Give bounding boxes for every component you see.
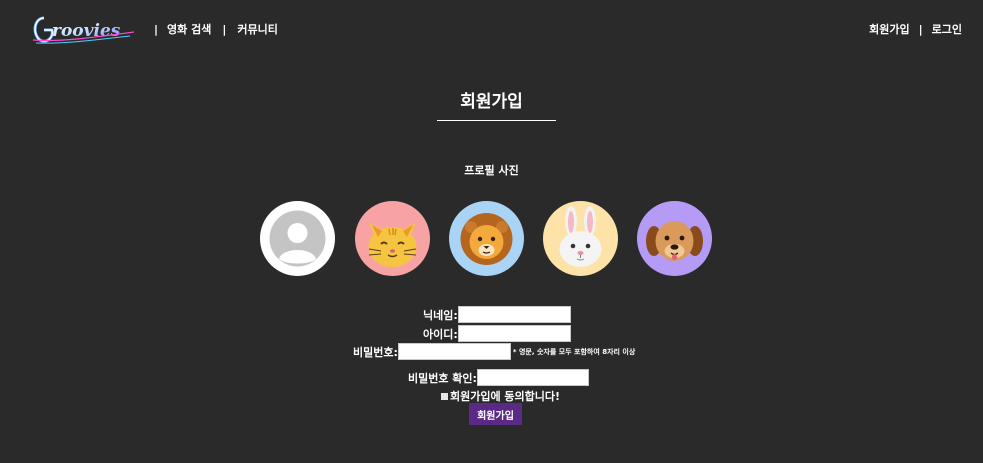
nickname-label: 닉네임: <box>423 308 458 322</box>
nav-login[interactable]: 로그인 <box>932 21 962 37</box>
default-avatar-icon[interactable] <box>260 201 335 276</box>
agree-row: 회원가입에 동의합니다! <box>441 388 560 404</box>
profile-photo-label: 프로필 사진 <box>464 164 519 177</box>
rabbit-icon[interactable] <box>543 201 618 276</box>
title-underline <box>437 120 556 121</box>
cat-icon[interactable] <box>355 201 430 276</box>
nav-left: | 영화 검색 | 커뮤니티 <box>145 21 278 37</box>
nickname-row: 닉네임: <box>423 306 571 323</box>
password-row: 비밀번호: * 영문, 숫자를 모두 포함하여 8자리 이상 <box>353 343 635 360</box>
nav-community[interactable]: 커뮤니티 <box>237 21 277 37</box>
agree-checkbox[interactable] <box>441 392 448 400</box>
id-row: 아이디: <box>423 325 571 342</box>
agree-label: 회원가입에 동의합니다! <box>450 390 561 403</box>
nav-separator: | <box>222 22 227 36</box>
groovies-logo[interactable]: roovies <box>30 12 136 46</box>
signup-submit-button[interactable]: 회원가입 <box>469 403 522 425</box>
password-confirm-row: 비밀번호 확인: <box>408 369 589 386</box>
id-input[interactable] <box>457 325 571 342</box>
id-label: 아이디: <box>423 327 458 341</box>
password-confirm-label: 비밀번호 확인: <box>408 371 477 385</box>
password-label: 비밀번호: <box>353 345 398 359</box>
nickname-input[interactable] <box>457 306 571 323</box>
password-confirm-input[interactable] <box>476 369 589 386</box>
password-hint: * 영문, 숫자를 모두 포함하여 8자리 이상 <box>512 347 636 356</box>
avatar-options <box>260 201 714 277</box>
header: roovies | 영화 검색 | 커뮤니티 회원가입 | 로그인 <box>0 0 983 58</box>
nav-signup[interactable]: 회원가입 <box>869 21 909 37</box>
nav-separator: | <box>918 22 923 36</box>
page-title: 회원가입 <box>460 92 523 112</box>
password-input[interactable] <box>397 343 511 360</box>
lion-icon[interactable] <box>449 201 524 276</box>
dog-icon[interactable] <box>637 201 712 276</box>
nav-movie-search[interactable]: 영화 검색 <box>167 21 211 37</box>
nav-right: 회원가입 | 로그인 <box>869 21 962 37</box>
nav-separator: | <box>154 22 159 36</box>
